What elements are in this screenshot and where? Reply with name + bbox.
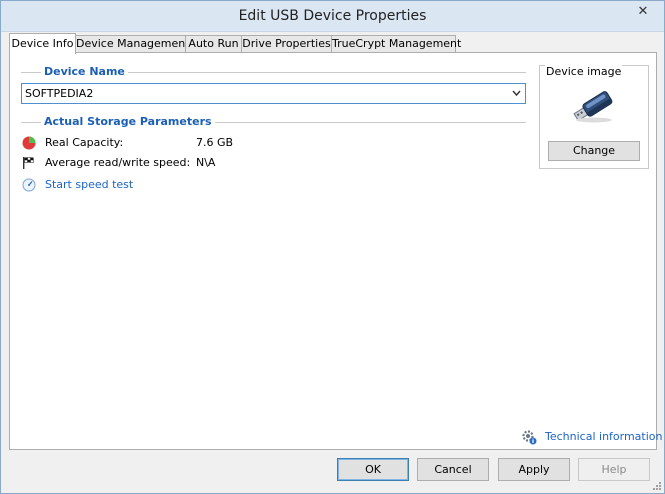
speedometer-icon bbox=[22, 178, 36, 192]
speed-value: N\A bbox=[196, 156, 216, 169]
technical-information-label: Technical information bbox=[545, 430, 663, 443]
tab-device-info[interactable]: Device Info bbox=[9, 33, 76, 54]
real-capacity-label: Real Capacity: bbox=[45, 136, 124, 149]
edit-usb-device-properties-dialog: Edit USB Device Properties ✕ Device Info… bbox=[0, 0, 665, 494]
device-name-value: SOFTPEDIA2 bbox=[25, 87, 94, 100]
tab-auto-run[interactable]: Auto Run bbox=[185, 35, 242, 53]
close-button[interactable]: ✕ bbox=[628, 2, 658, 23]
apply-button[interactable]: Apply bbox=[498, 458, 570, 481]
device-image-title: Device image bbox=[545, 65, 623, 78]
real-capacity-row: Real Capacity: 7.6 GB bbox=[22, 135, 322, 151]
usb-drive-icon bbox=[570, 88, 618, 124]
tab-drive-properties[interactable]: Drive Properties bbox=[241, 35, 332, 53]
speed-row: Average read/write speed: N\A bbox=[22, 155, 322, 171]
cancel-button[interactable]: Cancel bbox=[417, 458, 489, 481]
gear-info-icon bbox=[521, 429, 537, 445]
window-title: Edit USB Device Properties bbox=[238, 8, 427, 24]
real-capacity-value: 7.6 GB bbox=[196, 136, 234, 149]
ok-button[interactable]: OK bbox=[337, 458, 409, 481]
tab-device-management[interactable]: Device Management bbox=[75, 35, 190, 53]
device-name-heading: Device Name bbox=[41, 65, 128, 78]
pie-chart-icon bbox=[22, 136, 36, 150]
help-button: Help bbox=[578, 458, 650, 481]
dialog-footer: OK Cancel Apply Help bbox=[1, 451, 664, 493]
speed-label: Average read/write speed: bbox=[45, 156, 191, 169]
device-name-select[interactable]: SOFTPEDIA2 bbox=[21, 83, 526, 104]
tab-truecrypt-management[interactable]: TrueCrypt Management bbox=[331, 35, 461, 53]
device-name-group-header: Device Name bbox=[21, 65, 526, 79]
start-speed-test-label: Start speed test bbox=[45, 178, 134, 191]
storage-heading: Actual Storage Parameters bbox=[41, 115, 215, 128]
checkered-flag-icon bbox=[22, 156, 36, 170]
device-info-panel: Device Name SOFTPEDIA2 Actual Storage Pa… bbox=[9, 52, 663, 450]
device-image-group: Device image Change bbox=[539, 65, 649, 169]
change-image-button[interactable]: Change bbox=[548, 141, 640, 161]
start-speed-test-link[interactable]: Start speed test bbox=[22, 177, 182, 193]
close-icon: ✕ bbox=[637, 4, 649, 19]
technical-information-link[interactable]: Technical information bbox=[521, 429, 663, 445]
chevron-down-icon bbox=[512, 84, 521, 110]
resize-grip-icon[interactable] bbox=[652, 481, 662, 491]
storage-group-header: Actual Storage Parameters bbox=[21, 115, 526, 129]
title-bar: Edit USB Device Properties ✕ bbox=[1, 1, 664, 32]
